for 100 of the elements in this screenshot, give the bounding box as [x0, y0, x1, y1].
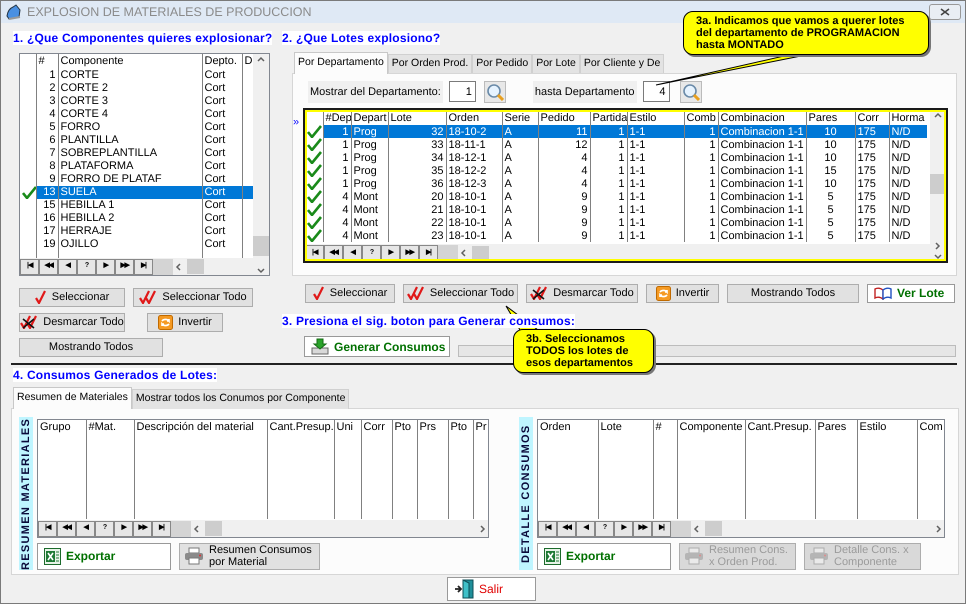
column-header[interactable]: Uni	[334, 420, 361, 434]
table-cell: 12	[538, 138, 590, 151]
table-cell: 10	[806, 125, 855, 138]
search-icon	[682, 82, 700, 101]
table-cell: 1-1	[627, 216, 684, 229]
tab[interactable]: Por Pedido	[472, 54, 532, 74]
column-header[interactable]: Estilo	[857, 420, 917, 434]
unselect-all-button[interactable]: Desmarcar Todo	[526, 284, 638, 302]
column-header[interactable]: Componente	[58, 54, 202, 68]
select-button[interactable]: Seleccionar	[19, 288, 125, 306]
tab[interactable]: Por Departamento	[294, 52, 388, 74]
column-header[interactable]: Lote	[598, 420, 653, 434]
table-cell: 2	[36, 82, 58, 94]
column-header[interactable]: #	[36, 54, 58, 68]
export-button[interactable]: Exportar	[537, 542, 671, 570]
column-header[interactable]: Componente	[677, 420, 745, 434]
column-header[interactable]: Depto.	[202, 54, 242, 68]
table-cell: 4	[323, 190, 351, 203]
column-header[interactable]: Descripción del material	[134, 420, 267, 434]
column-header[interactable]: Corr	[361, 420, 392, 434]
door-icon	[454, 578, 474, 598]
close-button[interactable]	[929, 4, 961, 20]
tab[interactable]: Por Cliente y De	[580, 54, 664, 74]
table-cell: 1-1	[627, 177, 684, 190]
column-header[interactable]: Orden	[538, 420, 598, 434]
invert-button[interactable]: Invertir	[147, 312, 223, 332]
show-all-button[interactable]: Mostrando Todos	[727, 284, 859, 302]
table-cell: 7	[36, 146, 58, 160]
table-cell: 4	[36, 108, 58, 120]
column-header[interactable]: Pr	[473, 420, 488, 434]
printer-icon	[809, 547, 829, 565]
column-header[interactable]: Grupo	[38, 420, 86, 434]
search-button[interactable]	[680, 80, 702, 103]
search-icon	[486, 82, 504, 101]
column-header[interactable]: Prs	[417, 420, 448, 434]
table-cell: Cort	[202, 68, 242, 82]
table-cell: 175	[855, 216, 889, 229]
book-icon	[874, 286, 892, 300]
table-cell: 1-1	[627, 164, 684, 177]
column-header[interactable]: #Mat.	[86, 420, 134, 434]
exit-button[interactable]: Salir	[447, 576, 536, 600]
horizontal-scrollbar[interactable]	[691, 520, 944, 536]
table-cell: Prog	[351, 164, 388, 177]
table-cell: 1	[323, 177, 351, 190]
column-header[interactable]: Cant.Presup.	[267, 420, 334, 434]
unselect-all-button[interactable]: Desmarcar Todo	[19, 312, 125, 332]
scrollbar-thumb[interactable]	[187, 259, 204, 274]
column-header[interactable]: #	[653, 420, 677, 434]
vertical-scrollbar[interactable]	[930, 110, 946, 261]
table-cell: A	[502, 164, 538, 177]
input-field[interactable]: 1	[448, 81, 476, 102]
tab[interactable]: Mostrar todos los Conumos por Componente	[132, 388, 350, 408]
print-button[interactable]: Resumen Consumos por Material	[179, 542, 320, 570]
column-header[interactable]: Cant.Presup.	[745, 420, 815, 434]
scrollbar-thumb[interactable]	[472, 246, 489, 260]
table-cell: 175	[855, 138, 889, 151]
horizontal-scrollbar[interactable]	[191, 520, 488, 536]
table-cell: 18-10-1	[446, 216, 502, 229]
horizontal-scrollbar[interactable]	[173, 258, 253, 274]
table-cell: N/D	[889, 138, 927, 151]
column-header[interactable]: Pto	[448, 420, 473, 434]
column-header[interactable]: Com	[917, 420, 944, 434]
table-cell: 1-1	[627, 203, 684, 216]
table-cell: 4	[538, 164, 590, 177]
search-button[interactable]	[484, 80, 506, 103]
table-cell: 175	[855, 164, 889, 177]
table-cell: FORRO	[58, 120, 202, 134]
table-cell: 175	[855, 229, 889, 242]
vertical-scrollbar[interactable]	[253, 54, 269, 274]
scrollbar-thumb[interactable]	[705, 521, 722, 536]
view-button[interactable]: Ver Lote	[867, 284, 955, 302]
select-all-button[interactable]: Seleccionar Todo	[403, 284, 518, 302]
export-button[interactable]: Exportar	[37, 542, 171, 570]
table-cell: Cort	[202, 198, 242, 212]
table-cell: 22	[388, 216, 446, 229]
column-header[interactable]: Pares	[815, 420, 857, 434]
scrollbar-thumb[interactable]	[253, 236, 269, 256]
invert-button[interactable]: Invertir	[646, 284, 719, 302]
tab[interactable]: Resumen de Materiales	[13, 386, 132, 408]
table-cell: SOBREPLANTILLA	[58, 146, 202, 160]
table-cell: N/D	[889, 125, 927, 138]
callout-bubble: 3a. Indicamos que vamos a querer lotes del departamento de PROGRAMACION hasta MONTADO	[683, 11, 929, 55]
show-all-button[interactable]: Mostrando Todos	[19, 338, 163, 356]
horizontal-scrollbar[interactable]	[458, 245, 930, 261]
select-button[interactable]: Seleccionar	[305, 284, 395, 302]
scrollbar-thumb[interactable]	[205, 521, 222, 536]
tab[interactable]: Por Lote	[532, 54, 580, 74]
input-field[interactable]: 4	[642, 81, 670, 102]
table-cell: 1	[684, 125, 718, 138]
generate-button[interactable]: Generar Consumos	[304, 336, 450, 357]
table-cell: 175	[855, 125, 889, 138]
printer-icon	[184, 547, 204, 565]
column-header[interactable]: Pto	[392, 420, 417, 434]
table-cell: 1	[323, 138, 351, 151]
crossed-check-icon	[20, 315, 38, 329]
select-all-button[interactable]: Seleccionar Todo	[133, 288, 253, 306]
table-cell: Cort	[202, 212, 242, 224]
table-cell: Combinacion 1-1	[718, 151, 806, 164]
scrollbar-thumb[interactable]	[930, 174, 946, 194]
tab[interactable]: Por Orden Prod.	[388, 54, 472, 74]
